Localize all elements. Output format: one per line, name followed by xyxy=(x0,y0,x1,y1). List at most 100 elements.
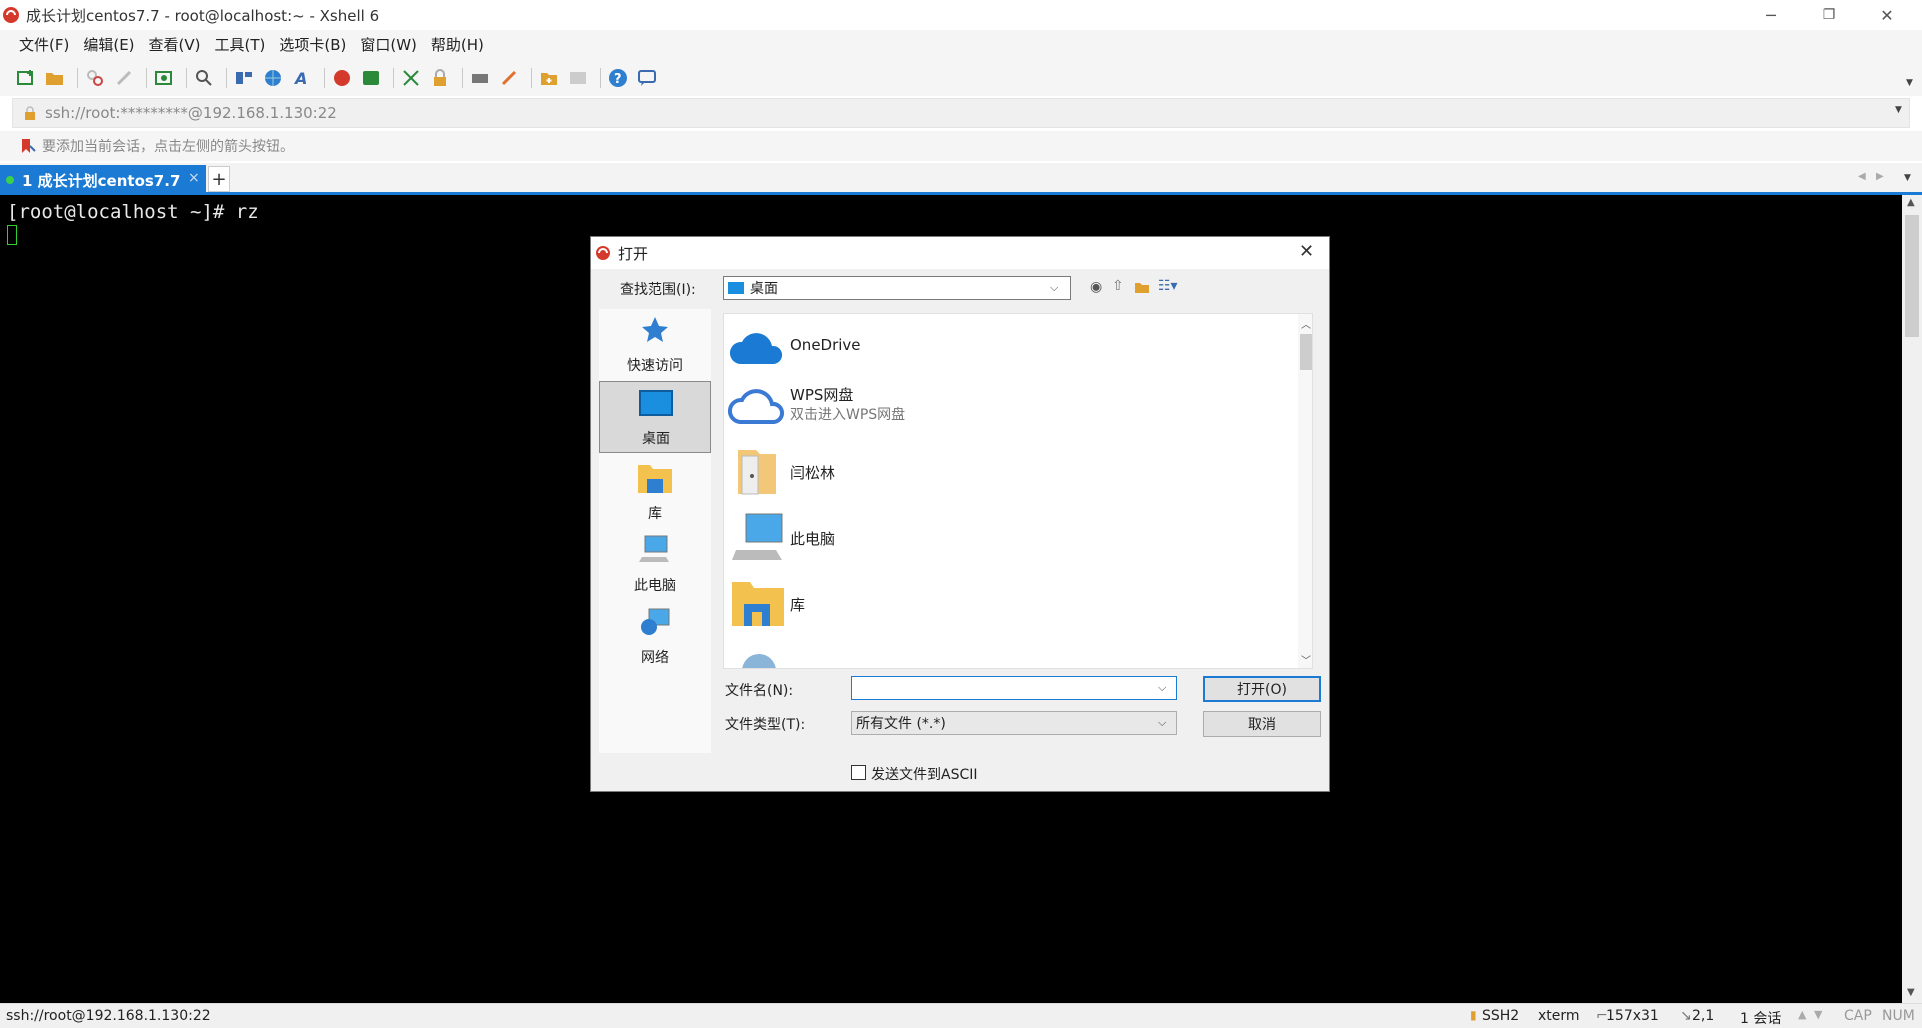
fullscreen-icon[interactable] xyxy=(399,66,423,90)
address-bar[interactable]: ssh://root:*********@192.168.1.130:22 ▼ xyxy=(12,98,1910,128)
hint-text: 要添加当前会话，点击左侧的箭头按钮。 xyxy=(42,139,294,155)
desktop-icon xyxy=(728,282,744,294)
place-network[interactable]: 网络 xyxy=(599,601,711,671)
status-num: NUM xyxy=(1882,1008,1915,1024)
toolbar-separator xyxy=(186,67,187,88)
place-this-pc[interactable]: 此电脑 xyxy=(599,529,711,599)
status-bar: ssh://root@192.168.1.130:22 ▮ SSH2 xterm… xyxy=(0,1003,1922,1028)
menu-tabs[interactable]: 选项卡(B) xyxy=(279,34,346,55)
xshell-logo-icon xyxy=(3,7,19,23)
file-list[interactable]: OneDrive WPS网盘 双击进入WPS网盘 闫松林 此电脑 库 ︿ ﹀ xyxy=(723,313,1313,669)
dialog-title: 打开 xyxy=(618,245,649,263)
lock-icon[interactable] xyxy=(428,66,452,90)
terminal-scrollbar[interactable]: ▲ ▼ xyxy=(1902,195,1922,1003)
svg-text:A: A xyxy=(293,69,307,87)
dialog-title-bar: 打开 ✕ xyxy=(591,237,1329,269)
address-dropdown-icon[interactable]: ▼ xyxy=(1895,105,1902,115)
tab-bar: 1 成长计划centos7.7 × + ◀ ▶ ▼ xyxy=(0,163,1922,195)
computer-icon xyxy=(732,513,783,560)
tile-icon[interactable] xyxy=(566,66,590,90)
tab-list-icon[interactable]: ▼ xyxy=(1904,173,1911,183)
font-icon[interactable]: A xyxy=(290,66,314,90)
menu-view[interactable]: 查看(V) xyxy=(149,34,201,55)
toolbar-overflow-icon[interactable]: ▼ xyxy=(1906,78,1913,88)
open-button[interactable]: 打开(O) xyxy=(1203,676,1321,702)
place-quick-access[interactable]: 快速访问 xyxy=(599,309,711,379)
view-menu-icon[interactable]: ☷▾ xyxy=(1158,278,1178,294)
menu-help[interactable]: 帮助(H) xyxy=(431,34,484,55)
list-item-user-folder[interactable]: 闫松林 xyxy=(724,442,1294,502)
star-icon xyxy=(642,317,668,342)
file-list-scrollbar[interactable]: ︿ ﹀ xyxy=(1298,314,1312,668)
xftp-icon[interactable] xyxy=(359,66,383,90)
minimize-button[interactable]: ─ xyxy=(1748,0,1794,30)
scroll-up-icon[interactable]: ▲ xyxy=(1907,197,1915,208)
ascii-checkbox[interactable] xyxy=(851,765,866,780)
scrollbar-thumb[interactable] xyxy=(1905,215,1919,337)
window-title: 成长计划centos7.7 - root@localhost:~ - Xshel… xyxy=(26,6,380,25)
open-folder-icon[interactable] xyxy=(43,66,67,90)
desktop-icon xyxy=(639,390,673,416)
highlight-icon[interactable] xyxy=(497,66,521,90)
up-folder-icon[interactable]: ⇧ xyxy=(1112,278,1124,294)
network-icon xyxy=(641,608,670,635)
status-caps: CAP xyxy=(1844,1008,1872,1024)
scrollbar-thumb[interactable] xyxy=(1300,334,1312,370)
menu-edit[interactable]: 编辑(E) xyxy=(83,34,134,55)
cancel-button[interactable]: 取消 xyxy=(1203,711,1321,737)
user-folder-icon xyxy=(738,450,776,495)
menu-window[interactable]: 窗口(W) xyxy=(360,34,417,55)
list-item-onedrive[interactable]: OneDrive xyxy=(724,318,1294,374)
close-button[interactable]: ✕ xyxy=(1864,0,1910,30)
scroll-up-icon[interactable]: ︿ xyxy=(1301,316,1311,331)
list-item-this-pc[interactable]: 此电脑 xyxy=(724,508,1294,568)
onedrive-cloud-icon xyxy=(729,333,783,364)
place-library[interactable]: 库 xyxy=(599,457,711,527)
tab-scroll-right-icon[interactable]: ▶ xyxy=(1876,171,1884,182)
computer-icon xyxy=(639,535,669,562)
scroll-down-icon[interactable]: ▼ xyxy=(1907,987,1915,998)
toolbar: A ? xyxy=(0,59,1922,96)
layout-icon[interactable] xyxy=(232,66,256,90)
scroll-down-icon[interactable]: ﹀ xyxy=(1301,652,1311,667)
status-down-icon[interactable]: ▼ xyxy=(1814,1008,1822,1021)
restore-button[interactable]: ❐ xyxy=(1806,0,1852,30)
filename-input[interactable]: ⌵ xyxy=(851,676,1177,700)
tab-scroll-left-icon[interactable]: ◀ xyxy=(1858,171,1866,182)
tab-session[interactable]: 1 成长计划centos7.7 × xyxy=(0,165,206,195)
library-folder-icon xyxy=(732,582,784,626)
status-connection: ssh://root@192.168.1.130:22 xyxy=(6,1008,211,1024)
chat-icon[interactable] xyxy=(635,66,659,90)
dialog-close-icon[interactable]: ✕ xyxy=(1299,241,1314,262)
globe-icon[interactable] xyxy=(261,66,285,90)
find-icon[interactable] xyxy=(192,66,216,90)
back-icon[interactable]: ◉ xyxy=(1090,279,1102,295)
toolbar-separator xyxy=(531,67,532,88)
filetype-select[interactable]: 所有文件 (*.*) ⌵ xyxy=(851,711,1177,735)
wps-cloud-icon xyxy=(728,389,784,424)
help-icon[interactable]: ? xyxy=(606,66,630,90)
library-folder-icon xyxy=(638,465,672,493)
bookmark-arrow-icon[interactable] xyxy=(20,138,36,154)
place-desktop[interactable]: 桌面 xyxy=(599,381,711,453)
compose-icon[interactable] xyxy=(537,66,561,90)
list-item-library[interactable]: 库 xyxy=(724,574,1294,634)
xshell-icon[interactable] xyxy=(330,66,354,90)
new-tab-button[interactable]: + xyxy=(208,166,230,192)
disconnect-icon[interactable] xyxy=(112,66,136,90)
keyboard-icon[interactable] xyxy=(468,66,492,90)
list-item-wps-drive[interactable]: WPS网盘 双击进入WPS网盘 xyxy=(724,374,1294,436)
toolbar-separator xyxy=(600,67,601,88)
chevron-down-icon[interactable]: ⌵ xyxy=(1158,681,1166,695)
look-in-select[interactable]: 桌面 ⌵ xyxy=(723,276,1071,300)
network-icon xyxy=(742,654,776,668)
status-up-icon[interactable]: ▲ xyxy=(1798,1008,1806,1021)
tab-close-icon[interactable]: × xyxy=(188,170,200,186)
new-folder-icon[interactable] xyxy=(1134,280,1150,294)
menu-file[interactable]: 文件(F) xyxy=(19,34,69,55)
status-size: 157x31 xyxy=(1606,1008,1659,1024)
menu-tools[interactable]: 工具(T) xyxy=(215,34,266,55)
reconnect-icon[interactable] xyxy=(83,66,107,90)
properties-icon[interactable] xyxy=(152,66,176,90)
new-session-icon[interactable] xyxy=(14,66,38,90)
